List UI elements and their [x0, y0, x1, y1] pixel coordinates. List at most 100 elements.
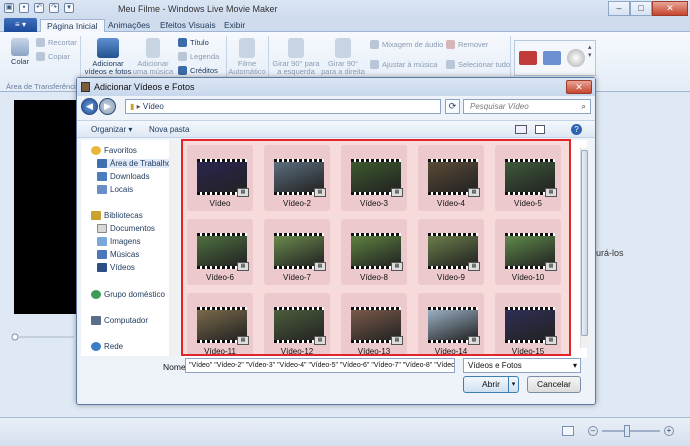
search-input[interactable]: Pesquisar Vídeo ⌕	[463, 99, 591, 114]
fit-music-button[interactable]: Ajustar à música	[370, 60, 437, 69]
nav-images[interactable]: Imagens	[97, 237, 141, 246]
video-thumbnail[interactable]: ▦ Vídeo-14	[418, 293, 484, 356]
film-strip-icon: ▦	[274, 233, 326, 271]
share-video-icon[interactable]	[543, 51, 561, 65]
video-thumbnail[interactable]: ▦ Vídeo-10	[495, 219, 561, 285]
nav-downloads[interactable]: Downloads	[97, 172, 150, 181]
forward-button[interactable]: ▶	[99, 98, 116, 115]
maximize-button[interactable]: □	[630, 1, 652, 16]
clipboard-icon	[11, 38, 29, 56]
new-folder-button[interactable]: Nova pasta	[149, 125, 189, 134]
video-thumbnail[interactable]: ▦ Vídeo-9	[418, 219, 484, 285]
tab-animations[interactable]: Animações	[102, 19, 156, 32]
open-dropdown-icon[interactable]: ▾	[508, 377, 518, 392]
scrollbar-thumb[interactable]	[581, 150, 588, 336]
view-options-icon[interactable]	[515, 125, 527, 134]
nav-libraries[interactable]: Bibliotecas	[91, 211, 143, 220]
minimize-button[interactable]: –	[608, 1, 630, 16]
nav-music[interactable]: Músicas	[97, 250, 139, 259]
video-thumbnail[interactable]: ▦ Vídeo-15	[495, 293, 561, 356]
video-thumbnail[interactable]: ▦ Vídeo-4	[418, 145, 484, 211]
file-type-select[interactable]: Vídeos e Fotos ▾	[463, 358, 581, 373]
tab-visual-effects[interactable]: Efeitos Visuais	[154, 19, 222, 32]
nav-videos[interactable]: Vídeos	[97, 263, 135, 272]
nav-places[interactable]: Locais	[97, 185, 133, 194]
automovie-button[interactable]: Filme Automático	[228, 38, 266, 76]
video-thumbnail[interactable]: ▦ Vídeo-11	[187, 293, 253, 354]
nav-pane-scrollbar[interactable]	[169, 140, 177, 356]
open-button[interactable]: Abrir ▾	[463, 376, 519, 393]
rotate-left-button[interactable]: Girar 90° para a esquerda	[272, 38, 320, 76]
nav-favorites[interactable]: Favoritos	[91, 146, 137, 155]
video-thumbnail[interactable]: ▦ Vídeo-13	[341, 293, 407, 354]
audio-mix-button[interactable]: Mixagem de áudio	[370, 40, 443, 49]
select-all-button[interactable]: Selecionar tudo	[446, 60, 510, 69]
preview-pane-icon[interactable]	[535, 125, 545, 134]
save-icon[interactable]: ▪	[19, 3, 29, 13]
remove-button[interactable]: Remover	[446, 40, 488, 49]
zoom-out-icon[interactable]: –	[588, 426, 598, 436]
file-name-input[interactable]: "Vídeo" "Vídeo-2" "Vídeo-3" "Vídeo-4" "V…	[185, 358, 455, 373]
close-button[interactable]: ✕	[652, 1, 688, 16]
tab-view[interactable]: Exibir	[218, 19, 251, 32]
video-thumbnail[interactable]: ▦ Vídeo-12	[264, 293, 330, 354]
youtube-icon[interactable]	[519, 51, 537, 65]
zoom-slider[interactable]	[602, 430, 660, 432]
paste-button[interactable]: Colar	[6, 38, 34, 66]
credits-button[interactable]: Créditos	[178, 66, 218, 75]
video-thumbnail[interactable]: ▦ Vídeo	[187, 145, 253, 211]
film-strip-icon: ▦	[197, 159, 249, 197]
app-menu-icon[interactable]: ▣	[4, 3, 14, 13]
open-label: Abrir	[482, 379, 500, 389]
video-thumbnail[interactable]: ▦ Vídeo-2	[264, 145, 330, 211]
nav-homegroup-label: Grupo doméstico	[104, 290, 165, 299]
automovie-label: Filme Automático	[228, 59, 266, 76]
nav-homegroup[interactable]: Grupo doméstico	[91, 290, 165, 299]
nav-network[interactable]: Rede	[91, 342, 123, 351]
title-icon	[178, 38, 187, 47]
back-button[interactable]: ◀	[81, 98, 98, 115]
dialog-close-button[interactable]: ✕	[566, 80, 592, 94]
thumbnail-size-icon[interactable]	[562, 426, 574, 436]
video-thumbnail[interactable]: ▦ Vídeo-8	[341, 219, 407, 285]
film-strip-icon: ▦	[505, 307, 557, 345]
app-title: Meu Filme - Windows Live Movie Maker	[118, 4, 278, 14]
caption-button[interactable]: Legenda	[178, 52, 219, 61]
help-icon[interactable]: ?	[571, 124, 582, 135]
seek-slider[interactable]	[10, 333, 76, 341]
video-thumbnail[interactable]: ▦ Vídeo-5	[495, 145, 561, 211]
zoom-thumb[interactable]	[624, 425, 630, 437]
video-thumbnail[interactable]: ▦ Vídeo-6	[187, 219, 253, 285]
film-strip-icon: ▦	[351, 307, 403, 345]
video-thumbnail[interactable]: ▦ Vídeo-7	[264, 219, 330, 285]
nav-computer[interactable]: Computador	[91, 316, 148, 325]
rotate-right-button[interactable]: Girar 90° para a direita	[320, 38, 366, 76]
add-videos-button[interactable]: Adicionar vídeos e fotos	[84, 38, 132, 76]
copy-button[interactable]: Copiar	[36, 52, 70, 61]
tab-home[interactable]: Página Inicial	[40, 19, 105, 32]
dvd-icon[interactable]	[567, 49, 585, 67]
undo-icon[interactable]: ↶	[34, 3, 44, 13]
video-file-name: Vídeo-2	[282, 199, 312, 208]
nav-documents[interactable]: Documentos	[97, 224, 155, 233]
file-menu-button[interactable]: ≡ ▾	[4, 18, 37, 32]
video-file-name: Vídeo-15	[511, 347, 545, 356]
redo-icon[interactable]: ↷	[49, 3, 59, 13]
address-bar[interactable]: ▮ ▸ Vídeo	[125, 99, 441, 114]
zoom-in-icon[interactable]: +	[664, 426, 674, 436]
seek-thumb[interactable]	[11, 333, 19, 341]
nav-desktop[interactable]: Área de Trabalho	[97, 159, 172, 168]
cut-button[interactable]: Recortar	[36, 38, 77, 47]
cancel-button[interactable]: Cancelar	[527, 376, 581, 393]
refresh-button[interactable]: ⟳	[445, 99, 460, 114]
video-thumbnail[interactable]: ▦ Vídeo-3	[341, 145, 407, 211]
video-file-name: Vídeo-5	[513, 199, 543, 208]
customize-toolbar-icon[interactable]: ▾	[64, 3, 74, 13]
quick-access-toolbar: ▣ ▪ ↶ ↷ ▾	[4, 3, 74, 13]
add-music-button[interactable]: Adicionar uma música	[132, 38, 174, 76]
title-button[interactable]: Título	[178, 38, 209, 47]
organize-button[interactable]: Organizar ▾	[91, 125, 132, 134]
video-file-name: Vídeo-14	[434, 347, 468, 356]
gallery-scroll-icon[interactable]: ▴ ▾	[588, 43, 596, 73]
nav-places-label: Locais	[110, 185, 134, 194]
